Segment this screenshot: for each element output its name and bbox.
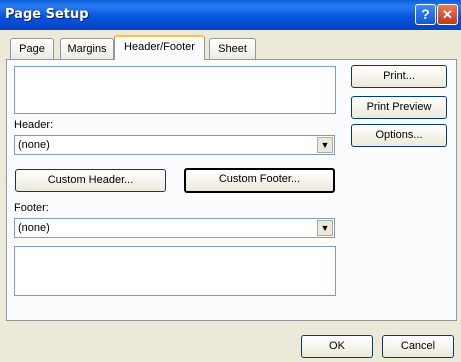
print-preview-button[interactable]: Print Preview <box>351 96 447 119</box>
header-select-value: (none) <box>18 139 50 151</box>
ok-button[interactable]: OK <box>301 335 373 358</box>
custom-header-label: Custom Header... <box>47 174 134 186</box>
custom-header-button[interactable]: Custom Header... <box>15 169 166 192</box>
cancel-button[interactable]: Cancel <box>382 335 454 358</box>
header-preview <box>14 66 336 114</box>
print-preview-label: Print Preview <box>366 101 432 113</box>
options-label: Options... <box>375 129 423 141</box>
footer-select-value: (none) <box>18 222 50 234</box>
tab-sheet-label: Sheet <box>218 43 247 55</box>
help-button[interactable]: ? <box>415 4 436 25</box>
title-bar: Page Setup ? ✕ <box>0 0 461 30</box>
tab-margins[interactable]: Margins <box>60 38 114 59</box>
window-title: Page Setup <box>5 7 89 22</box>
print-label: Print... <box>383 70 415 82</box>
tab-page[interactable]: Page <box>10 38 54 59</box>
chevron-down-icon[interactable]: ▼ <box>317 220 333 236</box>
cancel-label: Cancel <box>400 340 436 352</box>
close-icon: ✕ <box>442 7 453 22</box>
tab-margins-label: Margins <box>67 43 107 55</box>
footer-label: Footer: <box>14 202 49 214</box>
chevron-down-icon[interactable]: ▼ <box>317 137 333 153</box>
custom-footer-button[interactable]: Custom Footer... <box>184 168 335 193</box>
tab-sheet[interactable]: Sheet <box>209 38 256 59</box>
close-button[interactable]: ✕ <box>437 4 458 25</box>
header-label: Header: <box>14 119 54 131</box>
custom-footer-label: Custom Footer... <box>218 173 301 185</box>
help-icon: ? <box>421 6 430 22</box>
footer-preview <box>14 246 336 296</box>
print-button[interactable]: Print... <box>351 65 447 88</box>
tab-header-footer-label: Header/Footer <box>124 41 195 53</box>
tab-header-footer[interactable]: Header/Footer <box>114 35 205 60</box>
options-button[interactable]: Options... <box>351 124 447 147</box>
footer-select[interactable]: (none) ▼ <box>14 218 335 238</box>
ok-label: OK <box>329 340 345 352</box>
header-select[interactable]: (none) ▼ <box>14 135 335 155</box>
tab-page-label: Page <box>19 43 45 55</box>
